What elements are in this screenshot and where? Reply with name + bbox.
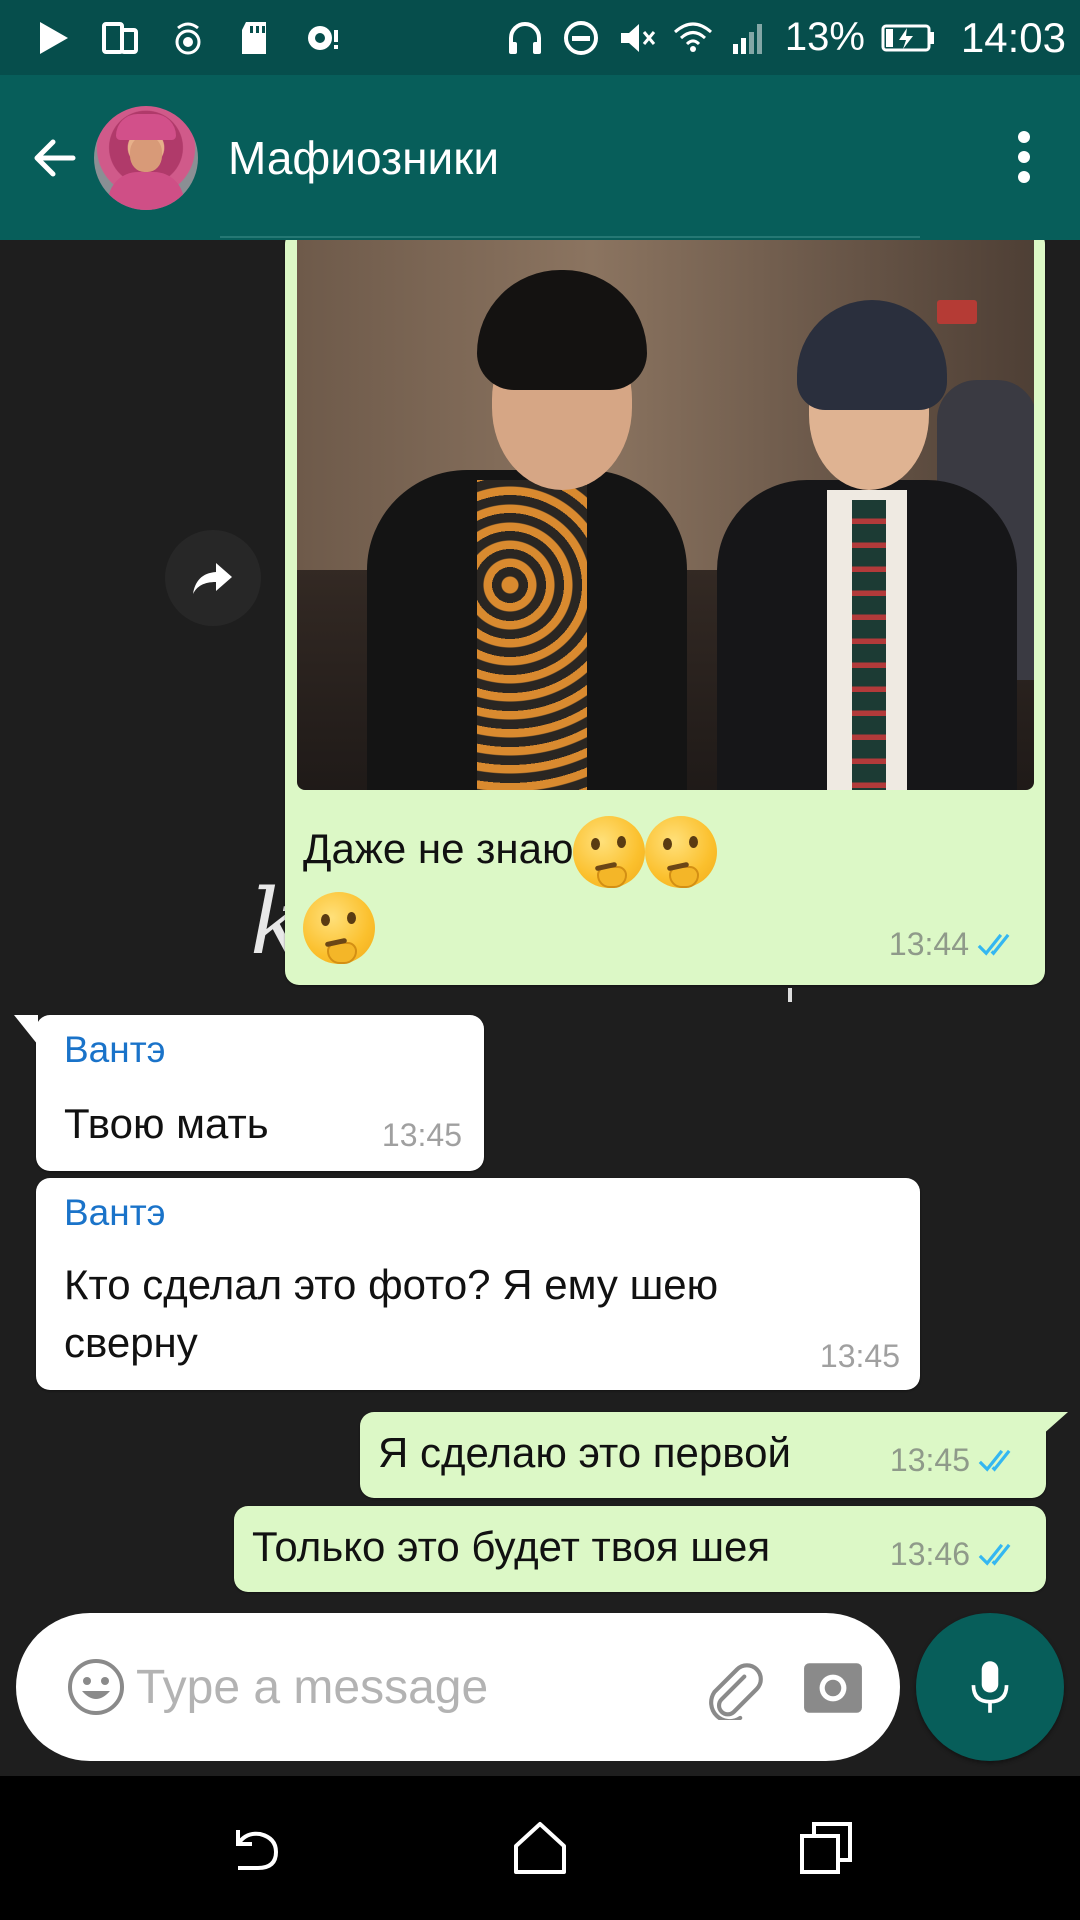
system-navigation-bar [0, 1776, 1080, 1920]
double-check-icon [978, 1543, 1011, 1566]
chat-title[interactable]: Мафиозники [228, 131, 499, 185]
home-icon [514, 1822, 566, 1874]
message-caption: Даже не знаю [303, 816, 718, 888]
paperclip-icon [709, 1663, 763, 1720]
message-composer [16, 1613, 900, 1761]
message-time: 13:45 [889, 1442, 970, 1478]
message-bubble-incoming[interactable]: Вантэ Кто сделал это фото? Я ему шею све… [36, 1178, 920, 1390]
smiley-icon [68, 1659, 124, 1715]
nav-home-button[interactable] [504, 1812, 576, 1884]
microphone-icon [971, 1661, 1009, 1713]
bubble-tail [14, 1015, 38, 1045]
cloud-sync-icon [304, 18, 344, 58]
chat-messages: k Даже не знаю 13:44 Вантэ Твою мать 13:… [0, 240, 1080, 1780]
message-bubble-incoming[interactable]: Вантэ Твою мать 13:45 [36, 1015, 484, 1171]
status-bar: 13% 14:03 [0, 0, 1080, 75]
headphones-icon [505, 18, 545, 58]
emoji-button[interactable] [56, 1647, 136, 1727]
screen-mirror-icon [100, 18, 140, 58]
thinking-face-icon [573, 816, 646, 888]
forward-button[interactable] [165, 530, 261, 626]
battery-percent: 13% [784, 15, 865, 59]
attach-button[interactable] [696, 1651, 772, 1727]
nav-recents-button[interactable] [790, 1812, 862, 1884]
message-text-line: Кто сделал это фото? Я ему шею [64, 1261, 719, 1308]
message-text-line: сверну [64, 1319, 198, 1366]
message-meta: 13:45 [890, 1442, 1022, 1479]
message-time: 13:45 [381, 1117, 462, 1153]
thinking-face-icon [645, 816, 718, 888]
voice-message-button[interactable] [916, 1613, 1064, 1761]
message-time: 13:45 [819, 1338, 900, 1374]
bubble-tail [1032, 1412, 1068, 1444]
signal-icon [729, 18, 769, 58]
message-text: Я сделаю это первой [378, 1429, 791, 1476]
camera-icon [804, 1663, 862, 1713]
double-check-icon [978, 1449, 1011, 1472]
recent-apps-icon [800, 1822, 852, 1874]
message-text: Кто сделал это фото? Я ему шею сверну [64, 1256, 718, 1372]
hotspot-icon [168, 18, 208, 58]
wifi-icon [673, 18, 713, 58]
sd-card-icon [236, 18, 276, 58]
nav-back-button[interactable] [218, 1812, 290, 1884]
play-icon [32, 18, 72, 58]
camera-button[interactable] [798, 1653, 868, 1723]
thinking-face-icon [303, 892, 375, 964]
clock: 14:03 [960, 13, 1066, 61]
message-bubble-outgoing[interactable]: Я сделаю это первой 13:45 [360, 1412, 1046, 1498]
undo-back-icon [236, 1830, 279, 1870]
forward-icon [193, 563, 232, 594]
divider [220, 236, 920, 238]
message-time: 13:44 [888, 926, 969, 962]
wallpaper-detail [788, 988, 792, 1002]
chat-header: Мафиозники [0, 75, 1080, 240]
message-photo[interactable] [297, 240, 1034, 790]
message-meta: 13:46 [890, 1536, 1022, 1573]
message-text: Твою мать [64, 1100, 269, 1147]
message-bubble-outgoing[interactable]: Только это будет твоя шея 13:46 [234, 1506, 1046, 1592]
double-check-icon [977, 933, 1010, 956]
mute-icon [617, 18, 657, 58]
battery-charging-icon [881, 18, 937, 58]
sender-name[interactable]: Вантэ [64, 1192, 166, 1234]
message-meta: 13:45 [820, 1338, 900, 1375]
message-bubble-outgoing[interactable]: Даже не знаю 13:44 [285, 240, 1045, 985]
avatar[interactable] [94, 105, 198, 210]
sender-name[interactable]: Вантэ [64, 1029, 166, 1071]
caption-text: Даже не знаю [303, 825, 574, 873]
message-time: 13:46 [889, 1536, 970, 1572]
more-options-button[interactable] [994, 117, 1054, 197]
message-text: Только это будет твоя шея [252, 1523, 771, 1570]
more-vertical-icon [1018, 131, 1030, 183]
message-meta: 13:45 [382, 1117, 462, 1154]
back-button[interactable] [14, 118, 94, 198]
message-input[interactable] [136, 1647, 676, 1727]
message-meta: 13:44 [889, 926, 1021, 963]
arrow-left-icon [34, 139, 76, 176]
do-not-disturb-icon [561, 18, 601, 58]
